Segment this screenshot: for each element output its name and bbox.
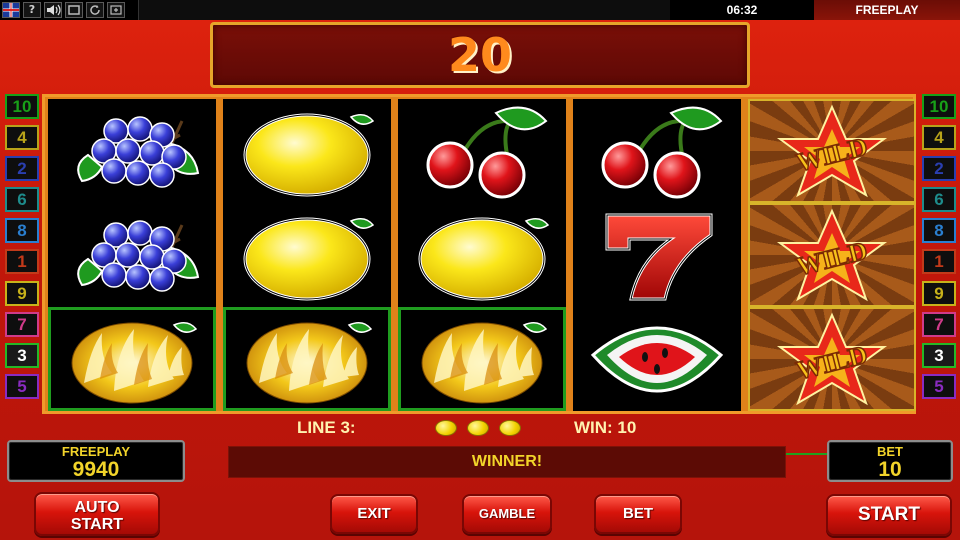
reel-3 <box>398 99 566 411</box>
bet-value: 10 <box>878 458 902 481</box>
reel-5: WILD WILD WILD <box>748 99 916 411</box>
win-symbol-lemon-icon <box>435 420 457 436</box>
win-amount: 20 <box>447 28 512 82</box>
line-indicator: 10 <box>922 94 956 119</box>
line-indicator: 6 <box>5 187 39 213</box>
symbol-lemon-winning <box>223 307 391 411</box>
start-button[interactable]: START <box>826 494 952 536</box>
reel-4 <box>573 99 741 411</box>
line-indicator: 7 <box>922 311 956 337</box>
gamble-button[interactable]: GAMBLE <box>462 494 552 534</box>
symbol-watermelon <box>573 307 741 411</box>
line-indicator: 5 <box>5 373 39 399</box>
win-symbol-lemon-icon <box>499 420 521 436</box>
symbol-seven <box>573 203 741 307</box>
auto-start-button[interactable]: AUTO START <box>34 492 160 536</box>
line-indicator: 1 <box>5 249 39 275</box>
top-status-bar: ? 06:32 FREEPLAY <box>0 0 960 20</box>
line-indicator: 5 <box>922 373 956 399</box>
status-message: WINNER! <box>228 446 786 478</box>
symbol-grapes <box>48 99 216 203</box>
symbol-cherries <box>573 99 741 203</box>
top-status-blank <box>138 0 670 20</box>
bet-label: BET <box>877 444 903 459</box>
bet-panel: BET 10 <box>827 440 953 482</box>
clock-time: 06:32 <box>726 3 758 17</box>
exit-button[interactable]: EXIT <box>330 494 418 534</box>
reel-1 <box>48 99 216 411</box>
line-indicator: 9 <box>922 280 956 306</box>
game-mode-label: FREEPLAY <box>814 0 960 20</box>
bet-button[interactable]: BET <box>594 494 682 534</box>
line-indicator: 2 <box>5 156 39 182</box>
line-indicator: 10 <box>5 94 39 119</box>
line-indicator: 6 <box>922 187 956 213</box>
win-amount-label: WIN: 10 <box>574 418 637 437</box>
reel-area: WILD WILD WILD <box>42 94 916 455</box>
fullscreen-icon[interactable] <box>65 2 83 18</box>
line-indicator: 2 <box>922 156 956 182</box>
refresh-icon[interactable] <box>86 2 104 18</box>
win-line-label: LINE 3: <box>297 418 356 437</box>
symbol-wild: WILD <box>748 203 916 307</box>
top-icon-group: ? <box>2 2 125 18</box>
speaker-icon[interactable] <box>44 2 62 18</box>
line-indicators-right: 10 4 2 6 8 1 9 7 3 5 <box>922 94 956 405</box>
symbol-lemon-winning <box>48 307 216 411</box>
reel-2 <box>223 99 391 411</box>
symbol-wild: WILD <box>748 99 916 203</box>
symbol-cherries <box>398 99 566 203</box>
line-indicator: 3 <box>5 342 39 368</box>
line-indicator: 1 <box>922 249 956 275</box>
uk-flag-icon[interactable] <box>2 2 20 18</box>
line-indicator: 3 <box>922 342 956 368</box>
line-indicator: 7 <box>5 311 39 337</box>
symbol-grapes <box>48 203 216 307</box>
line-indicator: 8 <box>922 218 956 244</box>
auto-start-label-line2: START <box>70 516 124 533</box>
symbol-wild: WILD <box>748 307 916 411</box>
help-icon[interactable]: ? <box>23 2 41 18</box>
credit-label: FREEPLAY <box>61 444 131 459</box>
credit-panel: FREEPLAY 9940 <box>7 440 185 482</box>
line-indicator: 4 <box>922 125 956 151</box>
auto-start-label-line1: AUTO <box>74 499 120 516</box>
line-indicator: 9 <box>5 280 39 306</box>
credit-value: 9940 <box>72 458 120 481</box>
win-symbol-lemon-icon <box>467 420 489 436</box>
line-indicator: 4 <box>5 125 39 151</box>
line-indicator: 8 <box>5 218 39 244</box>
win-display: 20 <box>210 22 750 88</box>
resize-icon[interactable] <box>107 2 125 18</box>
symbol-lemon <box>223 99 391 203</box>
symbol-lemon-winning <box>398 307 566 411</box>
symbol-lemon <box>398 203 566 307</box>
symbol-lemon <box>223 203 391 307</box>
line-indicators-left: 10 4 2 6 8 1 9 7 3 5 <box>5 94 39 405</box>
